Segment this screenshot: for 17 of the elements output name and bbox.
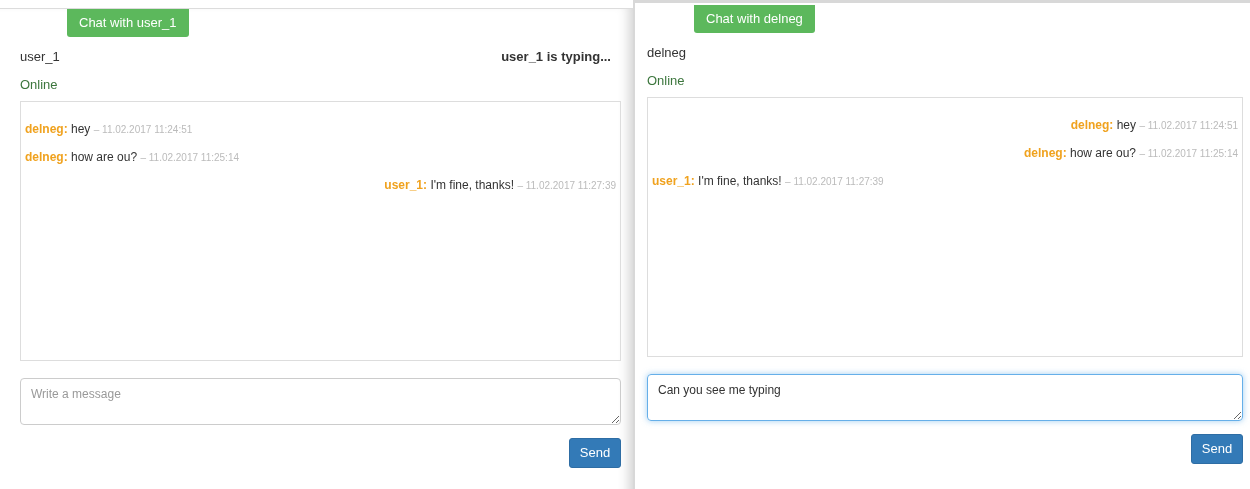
chat-message: user_1: I'm fine, thanks! – 11.02.2017 11:27:39: [652, 173, 884, 190]
typing-indicator: user_1 is typing...: [501, 48, 611, 67]
contact-name: user_1: [20, 48, 60, 67]
chat-message: user_1: I'm fine, thanks! – 11.02.2017 11:27:39: [384, 177, 616, 194]
status-text: Online: [647, 73, 685, 88]
message-input[interactable]: Can you see me typing: [647, 374, 1243, 421]
chat-message: delneg: how are ou? – 11.02.2017 11:25:14: [25, 149, 239, 166]
chat-message: delneg: hey – 11.02.2017 11:24:51: [25, 121, 193, 138]
message-input[interactable]: Write a message: [20, 378, 621, 425]
chat-button[interactable]: Chat with user_1: [67, 9, 189, 37]
send-button[interactable]: Send: [1191, 434, 1243, 464]
chat-message: delneg: hey – 11.02.2017 11:24:51: [1070, 117, 1238, 134]
contact-name: delneg: [647, 44, 687, 63]
chat-button[interactable]: Chat with delneg: [694, 5, 815, 33]
send-button[interactable]: Send: [569, 438, 621, 468]
status-text: Online: [20, 77, 58, 92]
chat-message: delneg: how are ou? – 11.02.2017 11:25:14: [1024, 145, 1238, 162]
